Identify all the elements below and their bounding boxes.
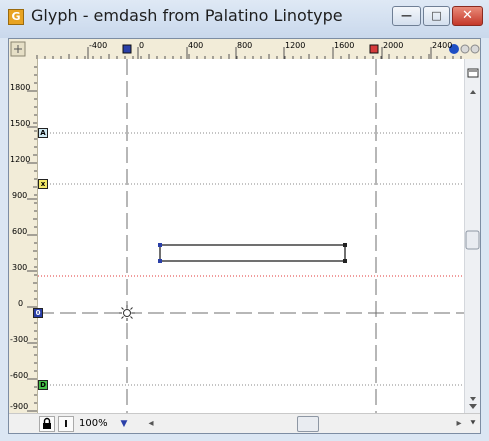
status-toolbar: I 100% ▼ ◂ ▸ ⯆: [9, 413, 480, 433]
hruler-label: 1200: [285, 41, 306, 50]
vruler-label: 600: [12, 227, 28, 236]
xheight-marker[interactable]: x: [38, 179, 48, 189]
vertical-ruler[interactable]: 1800 1500 1200 900 600 300 0 -300 -600 -…: [9, 59, 38, 413]
scroll-left-icon[interactable]: ◂: [145, 416, 157, 432]
hruler-label: -400: [89, 41, 108, 50]
maximize-button[interactable]: □: [423, 6, 450, 26]
minimize-button[interactable]: —: [392, 6, 421, 26]
scroll-end-icon[interactable]: ⯆: [467, 416, 479, 432]
hruler-label: 400: [188, 41, 204, 50]
lock-icon: [43, 417, 51, 429]
hruler-label: 1600: [334, 41, 355, 50]
vruler-label: 900: [12, 191, 28, 200]
hruler-label: 2000: [383, 41, 404, 50]
vruler-label: 1200: [10, 155, 31, 164]
vruler-label: 1800: [10, 83, 31, 92]
glyph-editor: -400 0 400 800 1200 1600 2000 2400 1800 …: [8, 38, 481, 434]
horizontal-ruler[interactable]: -400 0 400 800 1200 1600 2000 2400: [9, 39, 480, 60]
window-title: Glyph - emdash from Palatino Linotype: [31, 6, 343, 25]
app-icon: G: [8, 9, 24, 25]
text-cursor-button[interactable]: I: [58, 416, 74, 432]
hruler-label: 2400: [432, 41, 453, 50]
ascender-marker[interactable]: A: [38, 128, 48, 138]
vruler-label: -900: [10, 402, 29, 411]
close-button[interactable]: ✕: [452, 6, 483, 26]
minimize-icon: —: [401, 9, 412, 22]
zoom-dropdown-icon[interactable]: ▼: [117, 416, 131, 432]
hruler-label: 800: [237, 41, 253, 50]
origin-sun-icon[interactable]: [119, 305, 135, 321]
close-icon: ✕: [462, 8, 473, 23]
vruler-label: -300: [10, 335, 29, 344]
zoom-select[interactable]: 100%: [79, 416, 115, 432]
title-bar[interactable]: G Glyph - emdash from Palatino Linotype …: [0, 0, 489, 38]
vertical-scrollbar[interactable]: [464, 59, 480, 413]
descender-marker[interactable]: D: [38, 380, 48, 390]
vruler-label: -600: [10, 371, 29, 380]
vruler-ticks: [27, 66, 37, 412]
maximize-icon: □: [431, 9, 442, 22]
vruler-label: 1500: [10, 119, 31, 128]
glyph-window: G Glyph - emdash from Palatino Linotype …: [0, 0, 489, 441]
vruler-label: 0: [18, 299, 24, 308]
origin-marker[interactable]: 0: [33, 308, 43, 318]
emdash-outline[interactable]: [38, 59, 464, 413]
hruler-label: 0: [139, 41, 145, 50]
scroll-right-icon[interactable]: ▸: [453, 416, 465, 432]
glyph-canvas[interactable]: [38, 59, 464, 413]
vruler-label: 300: [12, 263, 28, 272]
lock-button[interactable]: [39, 416, 55, 432]
vscroll-parts: [465, 68, 480, 409]
horizontal-scroll-thumb[interactable]: [297, 416, 319, 432]
